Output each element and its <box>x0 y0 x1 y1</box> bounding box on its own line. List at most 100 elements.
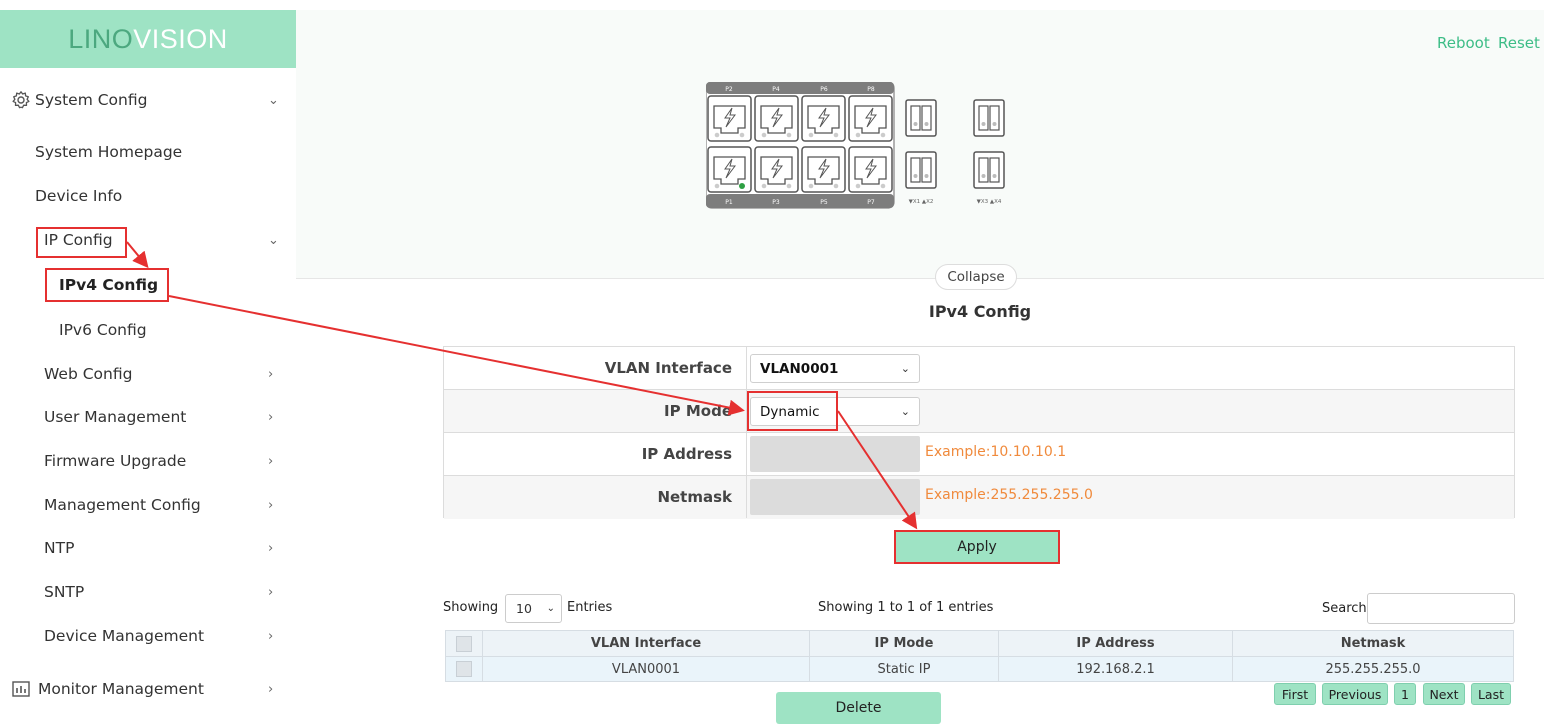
sidebar-item-label: System Config <box>35 91 148 109</box>
row-checkbox[interactable] <box>456 661 472 677</box>
showing-label: Showing <box>443 600 499 615</box>
sidebar-item-monitor-management[interactable]: Monitor Management › <box>0 669 296 709</box>
vlan-interface-label: VLAN Interface <box>444 347 747 389</box>
page-title: IPv4 Config <box>928 302 1032 321</box>
port-label-bottom: P1 <box>725 199 733 206</box>
column-header[interactable]: VLAN Interface <box>482 630 810 657</box>
rj45-port-icon[interactable] <box>754 95 799 142</box>
column-header[interactable]: IP Address <box>998 630 1233 657</box>
port-label-top: P8 <box>867 86 875 93</box>
ip-mode-label: IP Mode <box>444 390 747 432</box>
sidebar-item-label: Management Config <box>44 496 201 514</box>
rj45-port-icon[interactable] <box>707 146 752 193</box>
column-header[interactable]: Netmask <box>1232 630 1514 657</box>
pagination-previous-button[interactable]: Previous <box>1322 683 1388 705</box>
entries-label: Entries <box>567 600 613 615</box>
vlan-interface-value: VLAN0001 <box>760 360 839 377</box>
panel-divider <box>296 278 1544 279</box>
search-input[interactable] <box>1367 593 1515 624</box>
netmask-input[interactable] <box>750 479 920 515</box>
sidebar-item-ntp[interactable]: NTP › <box>0 528 296 568</box>
sidebar-item-label: Device Management <box>44 627 205 645</box>
table-info: Showing 1 to 1 of 1 entries <box>818 600 994 615</box>
sidebar-item-label: Firmware Upgrade <box>44 452 187 470</box>
row-select-cell <box>445 656 483 682</box>
sidebar-item-label: Web Config <box>44 365 133 383</box>
sfp-port-icon[interactable] <box>973 151 1005 189</box>
sfp-port-icon[interactable] <box>905 99 937 137</box>
sidebar-item-management-config[interactable]: Management Config › <box>0 485 296 525</box>
sidebar-item-firmware-upgrade[interactable]: Firmware Upgrade › <box>0 441 296 481</box>
chevron-down-icon: ⌄ <box>900 362 910 375</box>
link-status-led-icon <box>739 183 745 189</box>
sfp-port-icon[interactable] <box>973 99 1005 137</box>
netmask-example: Example:255.255.255.0 <box>925 487 1093 503</box>
chevron-down-icon: ⌄ <box>268 232 279 248</box>
apply-button[interactable]: Apply <box>894 530 1060 564</box>
sidebar-item-label: System Homepage <box>35 143 183 161</box>
rj45-port-icon[interactable] <box>848 95 893 142</box>
rj45-port-icon[interactable] <box>707 95 752 142</box>
sidebar-item-label: IPv6 Config <box>59 321 147 339</box>
sidebar-item-web-config[interactable]: Web Config › <box>0 354 296 394</box>
chevron-down-icon: ⌄ <box>268 92 279 108</box>
ip-address-input[interactable] <box>750 436 920 472</box>
sidebar-item-label: SNTP <box>44 583 85 601</box>
table-cell: 255.255.255.0 <box>1232 656 1514 682</box>
chevron-right-icon: › <box>268 681 274 697</box>
chevron-down-icon: ⌄ <box>900 405 910 418</box>
column-header[interactable]: IP Mode <box>809 630 999 657</box>
gear-icon <box>12 91 30 109</box>
rj45-port-icon[interactable] <box>754 146 799 193</box>
collapse-button[interactable]: Collapse <box>935 264 1017 290</box>
pagination-last-button[interactable]: Last <box>1471 683 1511 705</box>
pagination-page-button[interactable]: 1 <box>1394 683 1416 705</box>
ipv4-config-form: VLAN Interface VLAN0001 ⌄ IP Mode Dynami… <box>443 346 1515 519</box>
rj45-port-icon[interactable] <box>801 146 846 193</box>
sidebar-item-label: Monitor Management <box>38 680 204 698</box>
table-header-row: VLAN Interface IP Mode IP Address Netmas… <box>445 630 1514 657</box>
vlan-interface-select[interactable]: VLAN0001 ⌄ <box>750 354 920 383</box>
reset-link[interactable]: Reset <box>1498 34 1540 52</box>
sfp-port-icon[interactable] <box>905 151 937 189</box>
pagination-first-button[interactable]: First <box>1274 683 1316 705</box>
highlight-ipv4-config <box>45 268 169 302</box>
sidebar-item-device-info[interactable]: Device Info <box>0 176 296 216</box>
sidebar-item-system-homepage[interactable]: System Homepage <box>0 132 296 172</box>
sfp-label: ▼X3 ▲X4 <box>977 199 1002 205</box>
table-cell: VLAN0001 <box>482 656 810 682</box>
sidebar: LINO VISION System Config ⌄ System Homepa… <box>0 0 296 722</box>
sidebar-item-system-config[interactable]: System Config ⌄ <box>0 80 296 120</box>
ip-address-example: Example:10.10.10.1 <box>925 444 1067 460</box>
chevron-down-icon: ⌄ <box>546 603 555 614</box>
select-all-checkbox[interactable] <box>456 635 472 652</box>
pagination-next-button[interactable]: Next <box>1423 683 1465 705</box>
reboot-link[interactable]: Reboot <box>1437 34 1490 52</box>
sidebar-item-device-management[interactable]: Device Management › <box>0 616 296 656</box>
port-label-top: P2 <box>725 86 733 93</box>
sidebar-item-ipv6-config[interactable]: IPv6 Config <box>0 310 296 350</box>
sidebar-item-label: Device Info <box>35 187 123 205</box>
chevron-right-icon: › <box>268 409 274 425</box>
highlight-ip-mode <box>747 391 838 431</box>
sidebar-item-sntp[interactable]: SNTP › <box>0 572 296 612</box>
rj45-port-icon[interactable] <box>801 95 846 142</box>
brand-logo-part1: LINO <box>68 23 134 54</box>
page-length-select[interactable]: 10 ⌄ <box>505 594 562 623</box>
port-label-top: P6 <box>820 86 828 93</box>
form-row-ip-mode: IP Mode Dynamic ⌄ <box>444 390 1514 433</box>
sfp-label: ▼X1 ▲X2 <box>909 199 934 205</box>
select-all-cell <box>445 630 483 657</box>
table-cell: Static IP <box>809 656 999 682</box>
netmask-label: Netmask <box>444 476 747 518</box>
rj45-port-icon[interactable] <box>848 146 893 193</box>
sidebar-item-user-management[interactable]: User Management › <box>0 397 296 437</box>
delete-button[interactable]: Delete <box>776 692 941 724</box>
brand-logo-part2: VISION <box>133 23 228 54</box>
table-row[interactable]: VLAN0001 Static IP 192.168.2.1 255.255.2… <box>445 656 1514 682</box>
port-label-bottom: P7 <box>867 199 875 206</box>
page-length-value: 10 <box>516 601 532 616</box>
ip-table: VLAN Interface IP Mode IP Address Netmas… <box>445 630 1514 682</box>
port-panel: P2 P4 P6 P8 P1 P3 P5 P7 ▼X1 ▲X2 ▼X3 ▲X4 <box>706 82 1005 209</box>
sidebar-item-label: User Management <box>44 408 187 426</box>
